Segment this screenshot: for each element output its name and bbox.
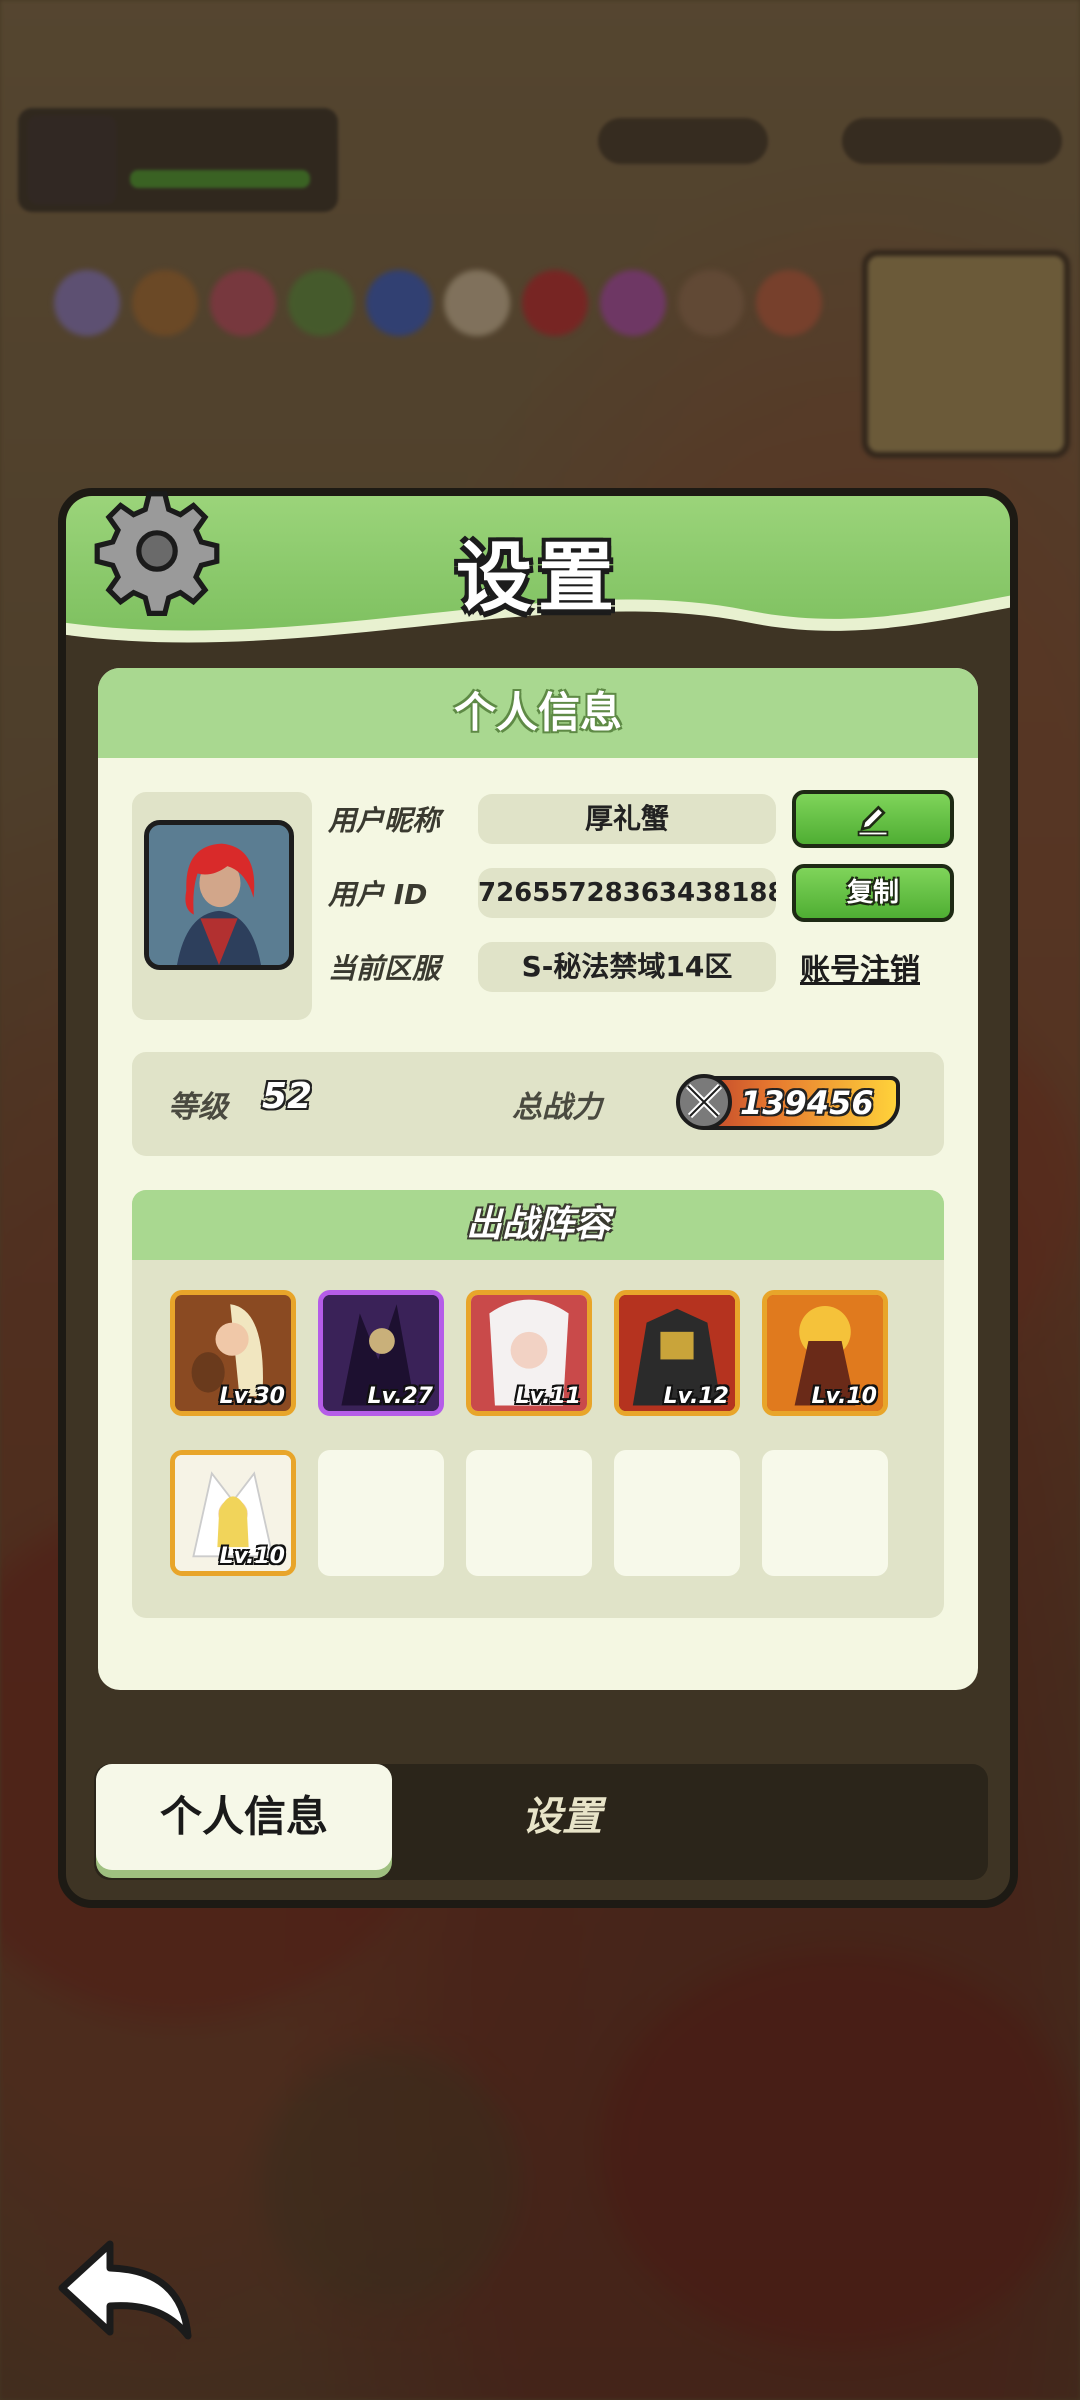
copy-id-button[interactable]: 复制	[792, 864, 954, 922]
hero-slot[interactable]: Lv.12	[614, 1290, 740, 1416]
hero-level: Lv.30	[219, 1384, 285, 1409]
avatar-box: ⇆	[132, 792, 312, 1020]
power-label: 总战力	[512, 1090, 602, 1125]
hero-slot[interactable]: Lv.30	[170, 1290, 296, 1416]
tab-profile[interactable]: 个人信息	[96, 1764, 392, 1870]
hero-level: Lv.12	[663, 1384, 729, 1409]
hero-level: Lv.10	[811, 1384, 877, 1409]
hero-slot[interactable]: Lv.27	[318, 1290, 444, 1416]
hero-level: Lv.11	[515, 1384, 581, 1409]
level-value: 52	[262, 1076, 313, 1117]
hero-slot[interactable]: Lv.11	[466, 1290, 592, 1416]
server-value: S-秘法禁域14区	[478, 942, 776, 992]
power-value: 139456	[740, 1084, 874, 1122]
profile-section-title: 个人信息	[98, 668, 978, 758]
empty-hero-slot[interactable]	[762, 1450, 888, 1576]
avatar-portrait	[149, 825, 289, 965]
user-id-label: 用户 ID	[328, 878, 428, 911]
tab-settings[interactable]: 设置	[432, 1764, 692, 1870]
user-id-row: 用户 ID 72655728363438188 复制	[328, 864, 954, 922]
hero-level: Lv.10	[219, 1544, 285, 1569]
nickname-row: 用户昵称 厚礼蟹	[328, 790, 954, 848]
hero-slot[interactable]: Lv.10	[762, 1290, 888, 1416]
level-label: 等级	[168, 1090, 228, 1125]
empty-hero-slot[interactable]	[614, 1450, 740, 1576]
empty-hero-slot[interactable]	[318, 1450, 444, 1576]
profile-panel: 个人信息 ⇆ 用户昵称 厚礼蟹	[98, 668, 978, 1690]
cancel-account-link[interactable]: 账号注销	[800, 945, 920, 989]
settings-dialog: 设置 个人信息 ⇆ 用户昵称 厚礼蟹	[58, 488, 1018, 1908]
dialog-tab-bar: 个人信息 设置	[94, 1764, 988, 1880]
lineup-title: 出战阵容	[132, 1190, 944, 1260]
nickname-label: 用户昵称	[328, 804, 441, 837]
crossed-swords-icon	[676, 1074, 732, 1130]
hero-slot[interactable]: Lv.10	[170, 1450, 296, 1576]
empty-hero-slot[interactable]	[466, 1450, 592, 1576]
battle-lineup: 出战阵容 Lv.30 Lv.27 Lv.11 Lv.12 Lv.10 Lv.10	[132, 1190, 944, 1618]
edit-nickname-button[interactable]	[792, 790, 954, 848]
back-arrow-icon[interactable]	[52, 2236, 202, 2346]
server-label: 当前区服	[328, 952, 441, 985]
swap-icon[interactable]: ⇆	[269, 961, 289, 965]
dialog-title: 设置	[456, 533, 620, 622]
avatar[interactable]: ⇆	[144, 820, 294, 970]
server-row: 当前区服 S-秘法禁域14区 账号注销	[328, 940, 920, 994]
nickname-value: 厚礼蟹	[478, 794, 776, 844]
stats-box: 等级 52 总战力 139456	[132, 1052, 944, 1156]
edit-pencil-icon	[857, 805, 889, 837]
user-id-value: 72655728363438188	[478, 868, 776, 918]
hero-level: Lv.27	[367, 1384, 433, 1409]
power-badge: 139456	[676, 1074, 900, 1130]
